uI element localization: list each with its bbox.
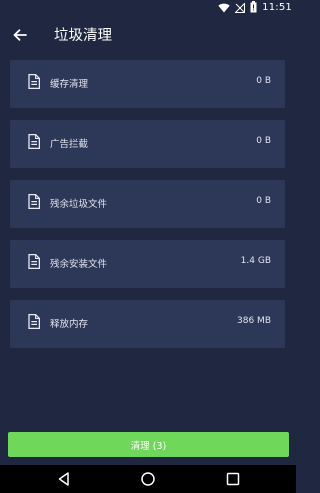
cleanup-item-label: 释放内存 <box>50 319 89 330</box>
cleanup-item-ad-block[interactable]: 广告拦截 0 B <box>10 120 285 168</box>
document-icon <box>28 133 41 150</box>
cleanup-item-label: 残余垃圾文件 <box>50 199 108 210</box>
document-icon <box>28 73 41 90</box>
recents-square-icon[interactable] <box>225 471 241 487</box>
navigation-bar <box>0 465 296 493</box>
cleanup-item-cache[interactable]: 缓存清理 0 B <box>10 60 285 108</box>
status-icons: 11:51 <box>218 1 292 14</box>
back-button[interactable] <box>8 23 32 47</box>
clean-button[interactable]: 清理 (3) <box>8 432 289 457</box>
cleanup-item-memory[interactable]: 释放内存 386 MB <box>10 300 285 348</box>
document-icon <box>28 313 41 330</box>
cleanup-item-residual-install[interactable]: 残余安装文件 1.4 GB <box>10 240 285 288</box>
status-time: 11:51 <box>262 2 292 13</box>
cleanup-item-size: 1.4 GB <box>240 256 271 266</box>
back-triangle-icon[interactable] <box>56 471 72 487</box>
arrow-left-icon <box>13 26 27 45</box>
cleanup-item-size: 386 MB <box>237 316 271 326</box>
app-bar: 垃圾清理 <box>0 15 296 55</box>
cleanup-item-label: 残余安装文件 <box>50 259 108 270</box>
cleanup-item-size: 0 B <box>256 196 271 206</box>
cleanup-item-size: 0 B <box>256 76 271 86</box>
cleanup-item-size: 0 B <box>256 136 271 146</box>
status-bar: 11:51 <box>0 0 296 15</box>
home-circle-icon[interactable] <box>140 471 156 487</box>
cleanup-item-label: 广告拦截 <box>50 139 89 150</box>
cleanup-item-label: 缓存清理 <box>50 79 89 90</box>
document-icon <box>28 253 41 270</box>
page-title: 垃圾清理 <box>54 28 112 44</box>
cleanup-item-residual-junk[interactable]: 残余垃圾文件 0 B <box>10 180 285 228</box>
document-icon <box>28 193 41 210</box>
